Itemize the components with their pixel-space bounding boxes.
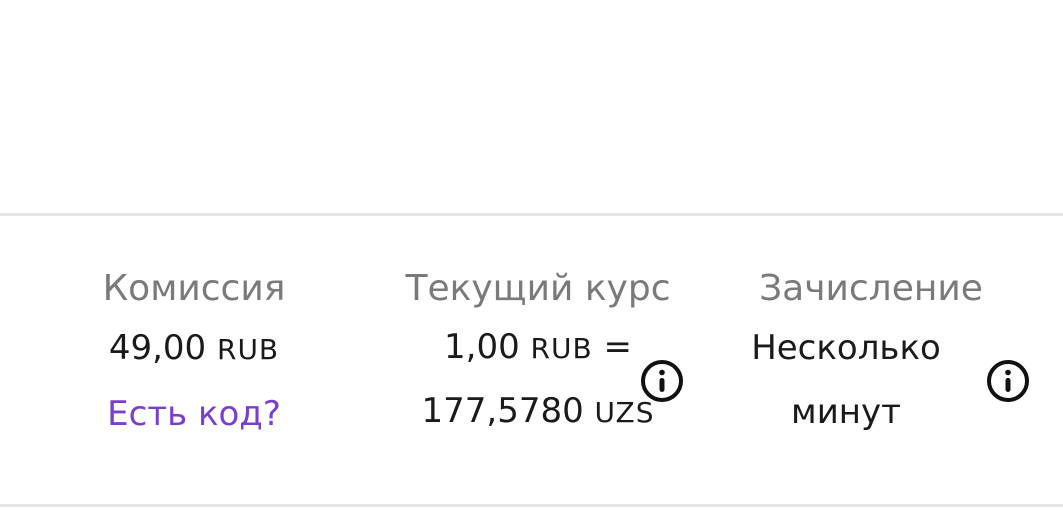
rate-from-currency: RUB bbox=[530, 332, 593, 365]
commission-currency: RUB bbox=[216, 333, 280, 366]
top-divider bbox=[0, 213, 1063, 216]
commission-block: Комиссия 49,00 RUB Есть код? bbox=[92, 262, 296, 446]
credit-value-line1: Несколько bbox=[751, 328, 941, 368]
rate-label: Текущий курс bbox=[405, 268, 671, 309]
rate-to-amount: 177,5780 bbox=[421, 391, 584, 431]
commission-value: 49,00 RUB bbox=[92, 316, 296, 382]
promo-code-link[interactable]: Есть код? bbox=[92, 382, 296, 446]
rate-from-amount: 1,00 bbox=[444, 327, 520, 367]
commission-label: Комиссия bbox=[102, 268, 286, 309]
credit-value-line2: минут bbox=[791, 392, 901, 432]
commission-amount: 49,00 bbox=[108, 328, 207, 368]
credit-time-block: Зачисление Несколько минут bbox=[732, 262, 1010, 444]
exchange-rate-block: Текущий курс 1,00 RUB = 177,5780 UZS bbox=[380, 262, 696, 444]
credit-label: Зачисление bbox=[759, 268, 983, 309]
credit-value: Несколько минут bbox=[732, 316, 960, 444]
credit-info-icon[interactable] bbox=[986, 359, 1030, 403]
rate-equals: = bbox=[603, 327, 633, 367]
rate-info-icon[interactable] bbox=[640, 359, 684, 403]
bottom-divider bbox=[0, 504, 1063, 507]
